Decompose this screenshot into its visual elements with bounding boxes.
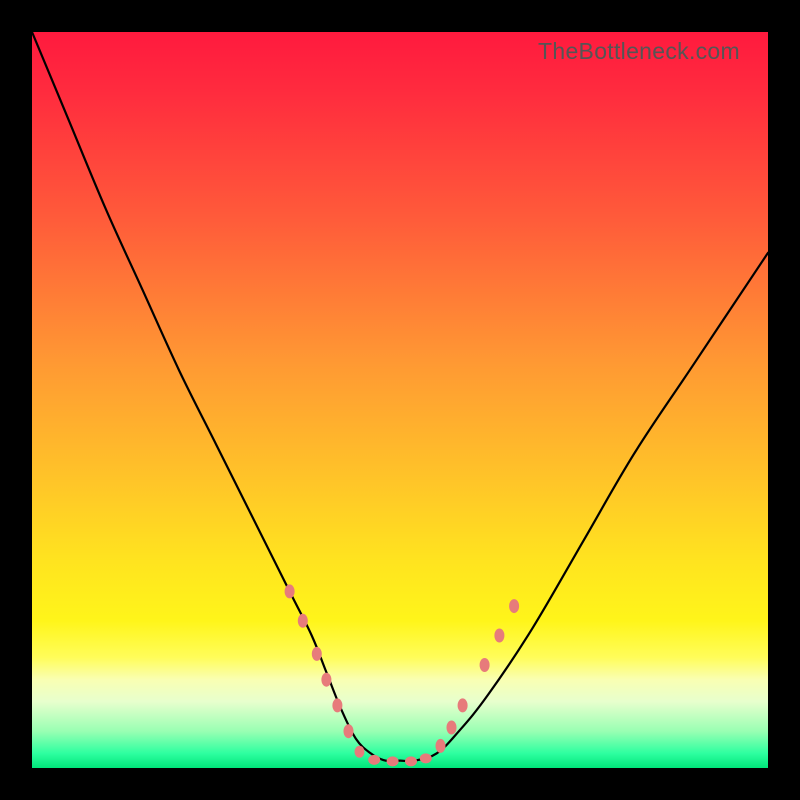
curve-marker [405,756,417,766]
bottleneck-curve-path [32,32,768,761]
curve-marker [420,753,432,763]
curve-marker [332,698,342,712]
curve-marker [355,746,365,758]
curve-marker [387,756,399,766]
chart-container: TheBottleneck.com [0,0,800,800]
curve-marker [368,755,380,765]
curve-marker [321,673,331,687]
curve-marker [509,599,519,613]
curve-marker [447,721,457,735]
curve-svg [32,32,768,768]
curve-marker [494,629,504,643]
curve-marker [458,698,468,712]
curve-marker [312,647,322,661]
curve-marker [285,584,295,598]
curve-marker [344,724,354,738]
plot-area: TheBottleneck.com [32,32,768,768]
curve-marker [436,739,446,753]
curve-marker [480,658,490,672]
marker-group [285,584,519,766]
attribution-text: TheBottleneck.com [538,38,740,65]
curve-marker [298,614,308,628]
